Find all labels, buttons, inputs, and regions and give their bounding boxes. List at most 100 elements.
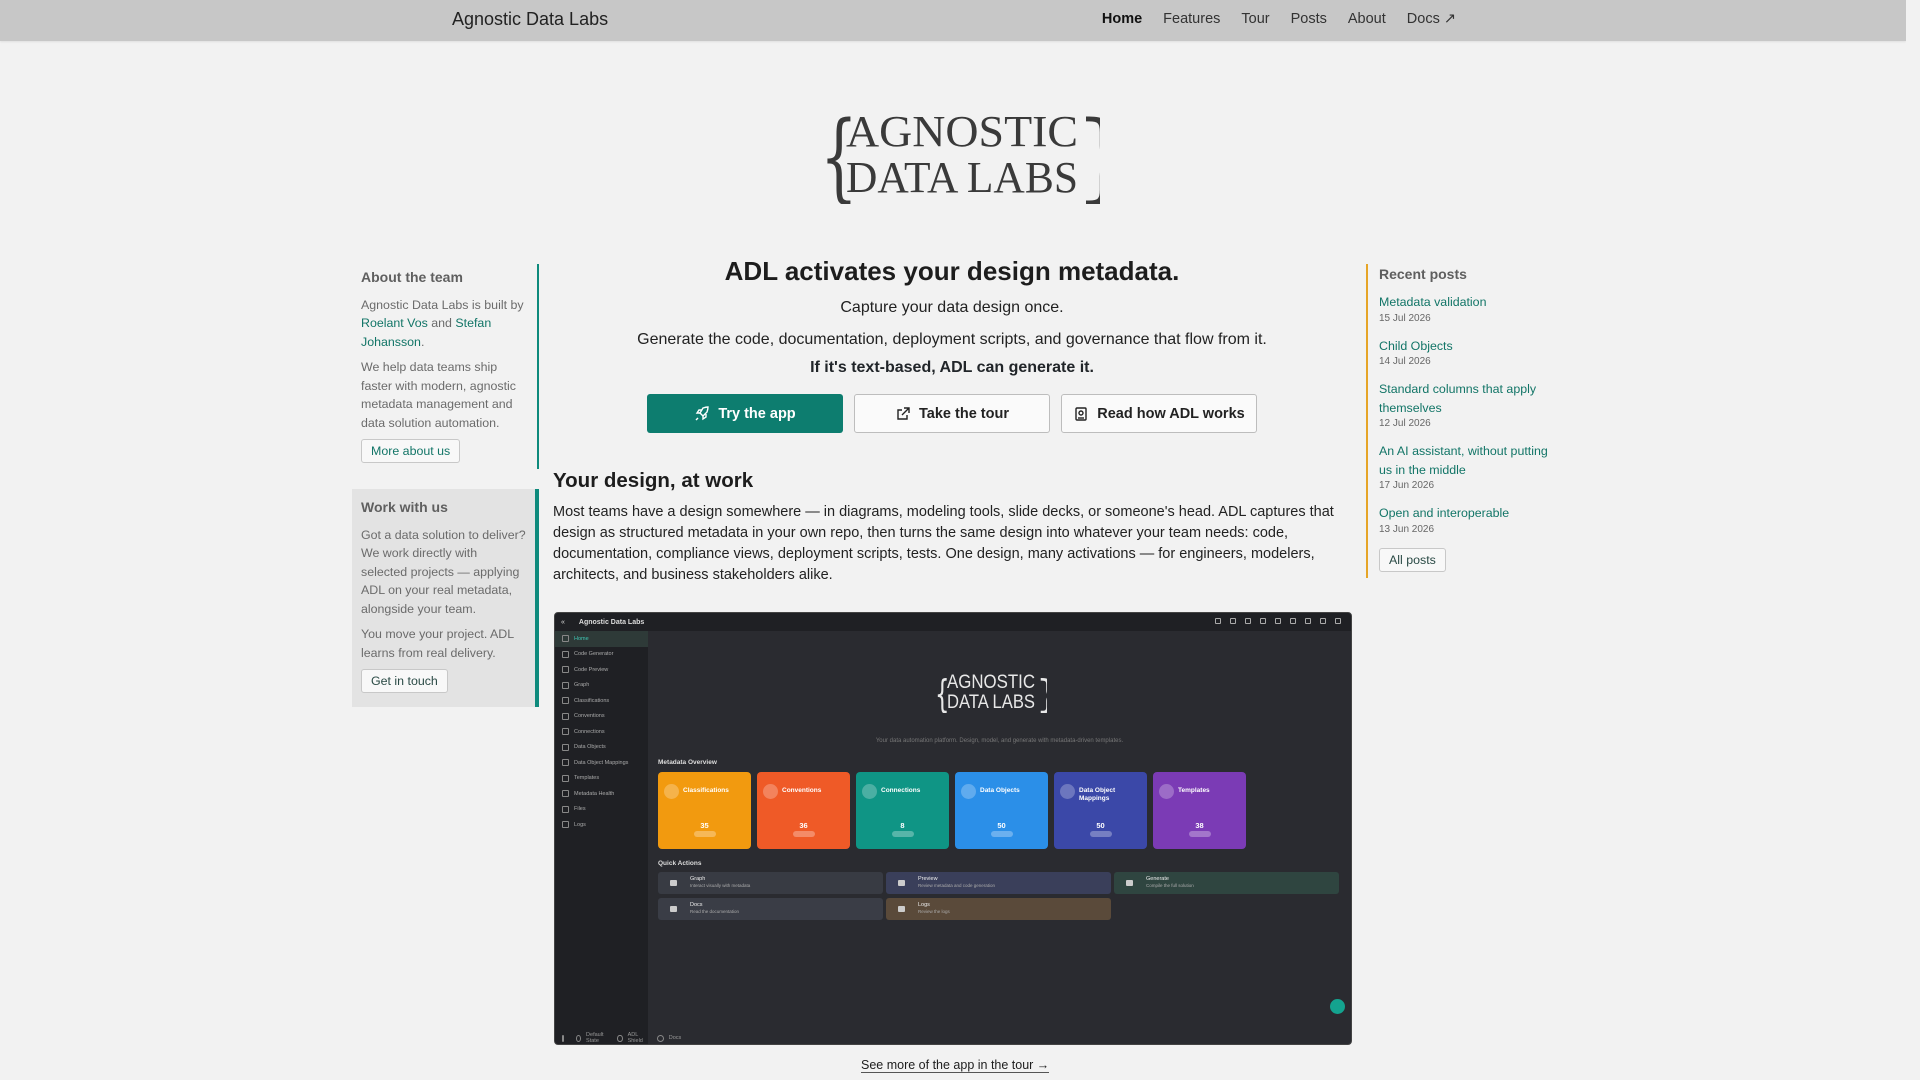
work-with-us-card: Work with us Got a data solution to deli… <box>352 489 539 707</box>
card-badge <box>991 831 1013 837</box>
post-link[interactable]: An AI assistant, without putting us in t… <box>1379 442 1556 479</box>
post-item: An AI assistant, without putting us in t… <box>1379 442 1556 491</box>
post-date: 17 Jun 2026 <box>1379 480 1435 491</box>
nav-docs[interactable]: Docs ↗ <box>1407 11 1456 27</box>
post-link[interactable]: Child Objects <box>1379 337 1556 356</box>
app-nav-item: Templates <box>555 771 648 787</box>
post-date: 13 Jun 2026 <box>1379 523 1435 535</box>
take-tour-button[interactable]: Take the tour <box>854 394 1050 433</box>
card-icon <box>1060 784 1075 799</box>
card-value: 36 <box>799 821 808 830</box>
nav-tour[interactable]: Tour <box>1241 11 1269 27</box>
brand-link[interactable]: Agnostic Data Labs <box>452 9 608 30</box>
app-tagline: Your data automation platform. Design, m… <box>875 738 1124 744</box>
card-label: Templates <box>1178 787 1210 794</box>
try-app-button[interactable]: Try the app <box>647 394 843 433</box>
nav-features[interactable]: Features <box>1163 11 1220 27</box>
card-badge <box>793 831 815 837</box>
card-value: 8 <box>900 821 905 830</box>
site-logo: { } AGNOSTIC DATA LABS <box>820 101 1135 213</box>
assistant-fab-icon <box>1330 999 1345 1014</box>
all-posts-button[interactable]: All posts <box>1379 547 1446 572</box>
card-badge <box>892 831 914 837</box>
quick-sub: Review metadata and code generation <box>918 883 996 888</box>
left-sidebar: About the team Agnostic Data Labs is bui… <box>352 264 539 707</box>
hero-line1: Capture your data design once. <box>840 299 1064 316</box>
app-quick-action: Generate Compile the full solution <box>1114 872 1339 894</box>
post-link[interactable]: Metadata validation <box>1379 293 1556 312</box>
post-item: Standard columns that apply themselves 12… <box>1379 380 1556 429</box>
card-icon <box>664 784 679 799</box>
work-with-us-text2: You move your project. ADL learns from r… <box>361 627 514 660</box>
person-link-roelant[interactable]: Roelant Vos <box>361 316 428 330</box>
logo-line1: AGNOSTIC <box>846 107 1078 156</box>
quick-sub: Review the logs <box>918 909 950 914</box>
post-link[interactable]: Standard columns that apply themselves <box>1379 380 1556 417</box>
app-overview-label: Metadata Overview <box>658 759 717 766</box>
page-scrollbar[interactable] <box>1906 0 1920 1080</box>
card-badge <box>1189 831 1211 837</box>
main-nav: Home Features Tour Posts About Docs ↗ <box>1102 11 1456 27</box>
quick-sub: Compile the full solution <box>1146 883 1194 888</box>
nav-home[interactable]: Home <box>1102 11 1142 27</box>
quick-title: Docs <box>690 902 703 908</box>
tour-link[interactable]: See more of the app in the tour → <box>861 1058 1050 1073</box>
card-label: Classifications <box>683 787 729 794</box>
card-label: Data Object Mappings <box>1079 787 1116 802</box>
app-nav-item: Default State <box>569 1031 605 1044</box>
quick-sub: Interact visually with metadata <box>690 883 751 888</box>
app-sidebar: Home Code Generator Code Preview Graph C… <box>555 631 681 1044</box>
app-nav-item: Data Objects <box>555 740 648 756</box>
app-metric-card: Data Objects 50 <box>955 772 1048 849</box>
nav-about[interactable]: About <box>1348 11 1386 27</box>
app-quick-action: Graph Interact visually with metadata <box>658 872 883 894</box>
app-quick-action: Docs Read the documentation <box>658 898 883 920</box>
rocket-icon <box>695 405 710 420</box>
app-nav-item: Metadata Health <box>555 786 648 802</box>
design-section-text: Most teams have a design somewhere — in … <box>553 504 1334 583</box>
app-nav-item: Connections <box>555 724 648 740</box>
card-badge <box>694 831 716 837</box>
app-nav-item: Logs <box>555 817 648 833</box>
more-about-us-button[interactable]: More about us <box>361 439 461 463</box>
post-item: Open and interoperable 13 Jun 2026 <box>1379 504 1556 535</box>
post-date: 14 Jul 2026 <box>1379 356 1431 367</box>
nav-posts[interactable]: Posts <box>1291 11 1327 27</box>
card-badge <box>1090 831 1112 837</box>
card-label: Connections <box>881 787 921 794</box>
hero-buttons: Try the app Take the tour Read how ADL w… <box>553 394 1351 433</box>
card-icon <box>961 784 976 799</box>
app-nav-item: Graph <box>555 678 648 694</box>
app-quick-label: Quick Actions <box>658 860 702 867</box>
app-nav-item: ADL Shield <box>610 1031 644 1044</box>
app-nav-item: Home <box>555 631 648 647</box>
app-nav-item: Files <box>555 802 648 818</box>
app-toolbar-icons <box>1215 618 1341 624</box>
hero-line2: Generate the code, documentation, deploy… <box>637 331 1267 348</box>
app-metric-card: Templates 38 <box>1153 772 1246 849</box>
app-nav-item: Classifications <box>555 693 648 709</box>
app-main: { } AGNOSTIC DATA LABS Your data automat… <box>648 631 1351 1044</box>
app-quick-actions: Graph Interact visually with metadata Prev… <box>658 872 1339 920</box>
app-cards: Classifications 35 Conventions 36 Connection… <box>658 772 1246 849</box>
post-link[interactable]: Open and interoperable <box>1379 504 1556 523</box>
post-item: Child Objects 14 Jul 2026 <box>1379 337 1556 368</box>
read-how-button[interactable]: Read how ADL works <box>1061 394 1257 433</box>
external-link-icon <box>897 406 910 420</box>
app-metric-card: Conventions 36 <box>757 772 850 849</box>
recent-posts-title: Recent posts <box>1379 266 1467 282</box>
post-date: 12 Jul 2026 <box>1379 418 1431 429</box>
card-icon <box>862 784 877 799</box>
card-label: Data Objects <box>980 787 1020 794</box>
card-label: Conventions <box>782 787 822 794</box>
post-item: Metadata validation 15 Jul 2026 <box>1379 293 1556 324</box>
logo-line2: DATA LABS <box>846 153 1078 202</box>
quick-sub: Read the documentation <box>690 909 740 914</box>
about-team-desc: We help data teams ship faster with mode… <box>361 360 516 430</box>
get-in-touch-button[interactable]: Get in touch <box>361 669 448 693</box>
document-icon <box>1075 406 1087 421</box>
app-nav-item: Code Preview <box>555 662 648 678</box>
app-quick-action: Logs Review the logs <box>886 898 1111 920</box>
app-metric-card: Classifications 35 <box>658 772 751 849</box>
post-date: 15 Jul 2026 <box>1379 312 1431 324</box>
